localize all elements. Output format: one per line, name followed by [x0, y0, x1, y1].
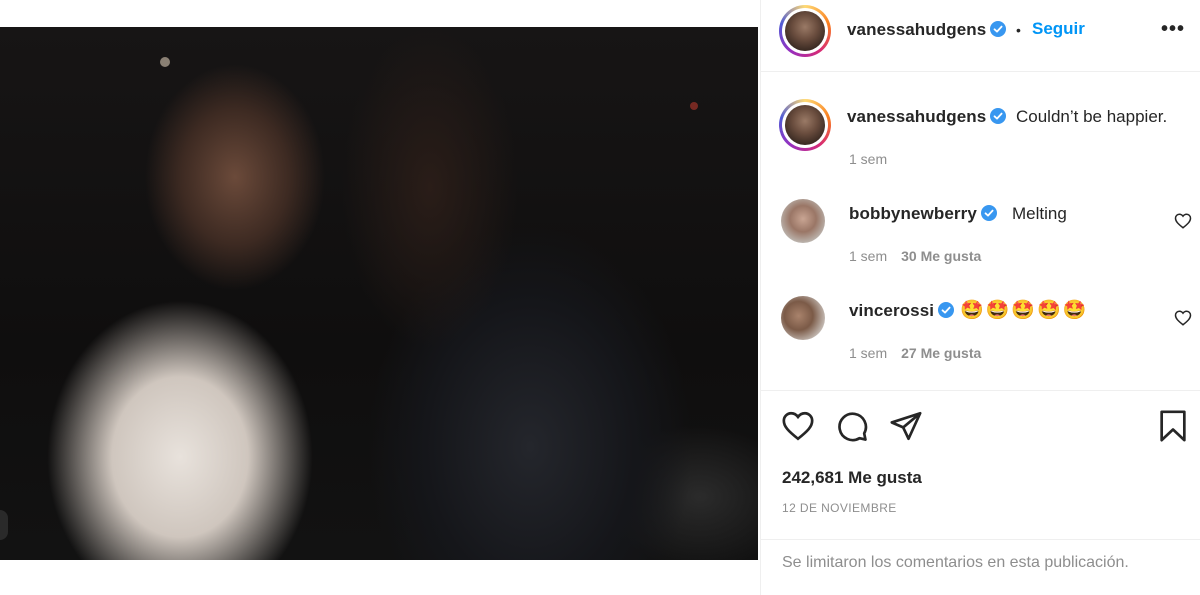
caption-avatar[interactable]	[779, 99, 831, 151]
comment-age[interactable]: 1 sem	[849, 345, 887, 361]
verified-badge-icon	[980, 205, 997, 221]
post-header: vanessahudgens • Seguir •••	[761, 0, 1200, 72]
comment-text: 🤩🤩🤩🤩🤩	[960, 299, 1089, 321]
author-username-link[interactable]: vanessahudgens	[847, 20, 1007, 40]
author-username[interactable]: vanessahudgens	[847, 20, 986, 39]
post-actions: 242,681 Me gusta 12 DE NOVIEMBRE Se limi…	[761, 390, 1200, 595]
photo-light	[160, 57, 170, 67]
comments-limited-notice: Se limitaron los comentarios en esta pub…	[761, 539, 1200, 572]
photo-light	[690, 102, 698, 110]
follow-button[interactable]: Seguir	[1032, 19, 1085, 39]
like-heart-icon[interactable]	[781, 409, 815, 443]
header-separator: •	[1016, 22, 1021, 38]
comment-username[interactable]: vincerossi	[849, 301, 934, 320]
post-date[interactable]: 12 DE NOVIEMBRE	[782, 501, 897, 515]
comment-age[interactable]: 1 sem	[849, 248, 887, 264]
verified-badge-icon	[990, 21, 1007, 37]
verified-badge-icon	[990, 108, 1007, 124]
like-comment-heart-icon[interactable]	[1174, 309, 1192, 327]
verified-badge-icon	[938, 302, 955, 318]
comment-username-link[interactable]: bobbynewberry	[849, 204, 997, 224]
author-avatar[interactable]	[779, 5, 831, 57]
more-options-icon[interactable]: •••	[1161, 18, 1185, 41]
comment-text: Melting	[1012, 204, 1067, 223]
post-sidebar: vanessahudgens • Seguir ••• vanessahudge…	[760, 0, 1200, 595]
caption-username-link[interactable]: vanessahudgens	[847, 107, 1007, 127]
like-comment-heart-icon[interactable]	[1174, 212, 1192, 230]
post-photo-pane	[0, 0, 760, 595]
comment-username-link[interactable]: vincerossi	[849, 301, 955, 321]
comment-meta: 1 sem 27 Me gusta	[849, 345, 981, 361]
commenter-avatar[interactable]	[781, 199, 825, 243]
commenter-avatar[interactable]	[781, 296, 825, 340]
share-paper-plane-icon[interactable]	[889, 409, 923, 443]
likes-count[interactable]: 242,681 Me gusta	[782, 468, 922, 488]
caption-text: Couldn’t be happier.	[1016, 107, 1168, 126]
comment-likes[interactable]: 30 Me gusta	[901, 248, 981, 264]
comment-bubble-icon[interactable]	[835, 409, 869, 443]
caption-age[interactable]: 1 sem	[849, 151, 887, 167]
comment-username[interactable]: bobbynewberry	[849, 204, 977, 223]
comment-meta: 1 sem 30 Me gusta	[849, 248, 981, 264]
comment-likes[interactable]: 27 Me gusta	[901, 345, 981, 361]
post-photo[interactable]	[0, 27, 758, 560]
carousel-prev-button[interactable]	[0, 510, 8, 540]
save-bookmark-icon[interactable]	[1156, 409, 1190, 443]
caption-username[interactable]: vanessahudgens	[847, 107, 986, 126]
